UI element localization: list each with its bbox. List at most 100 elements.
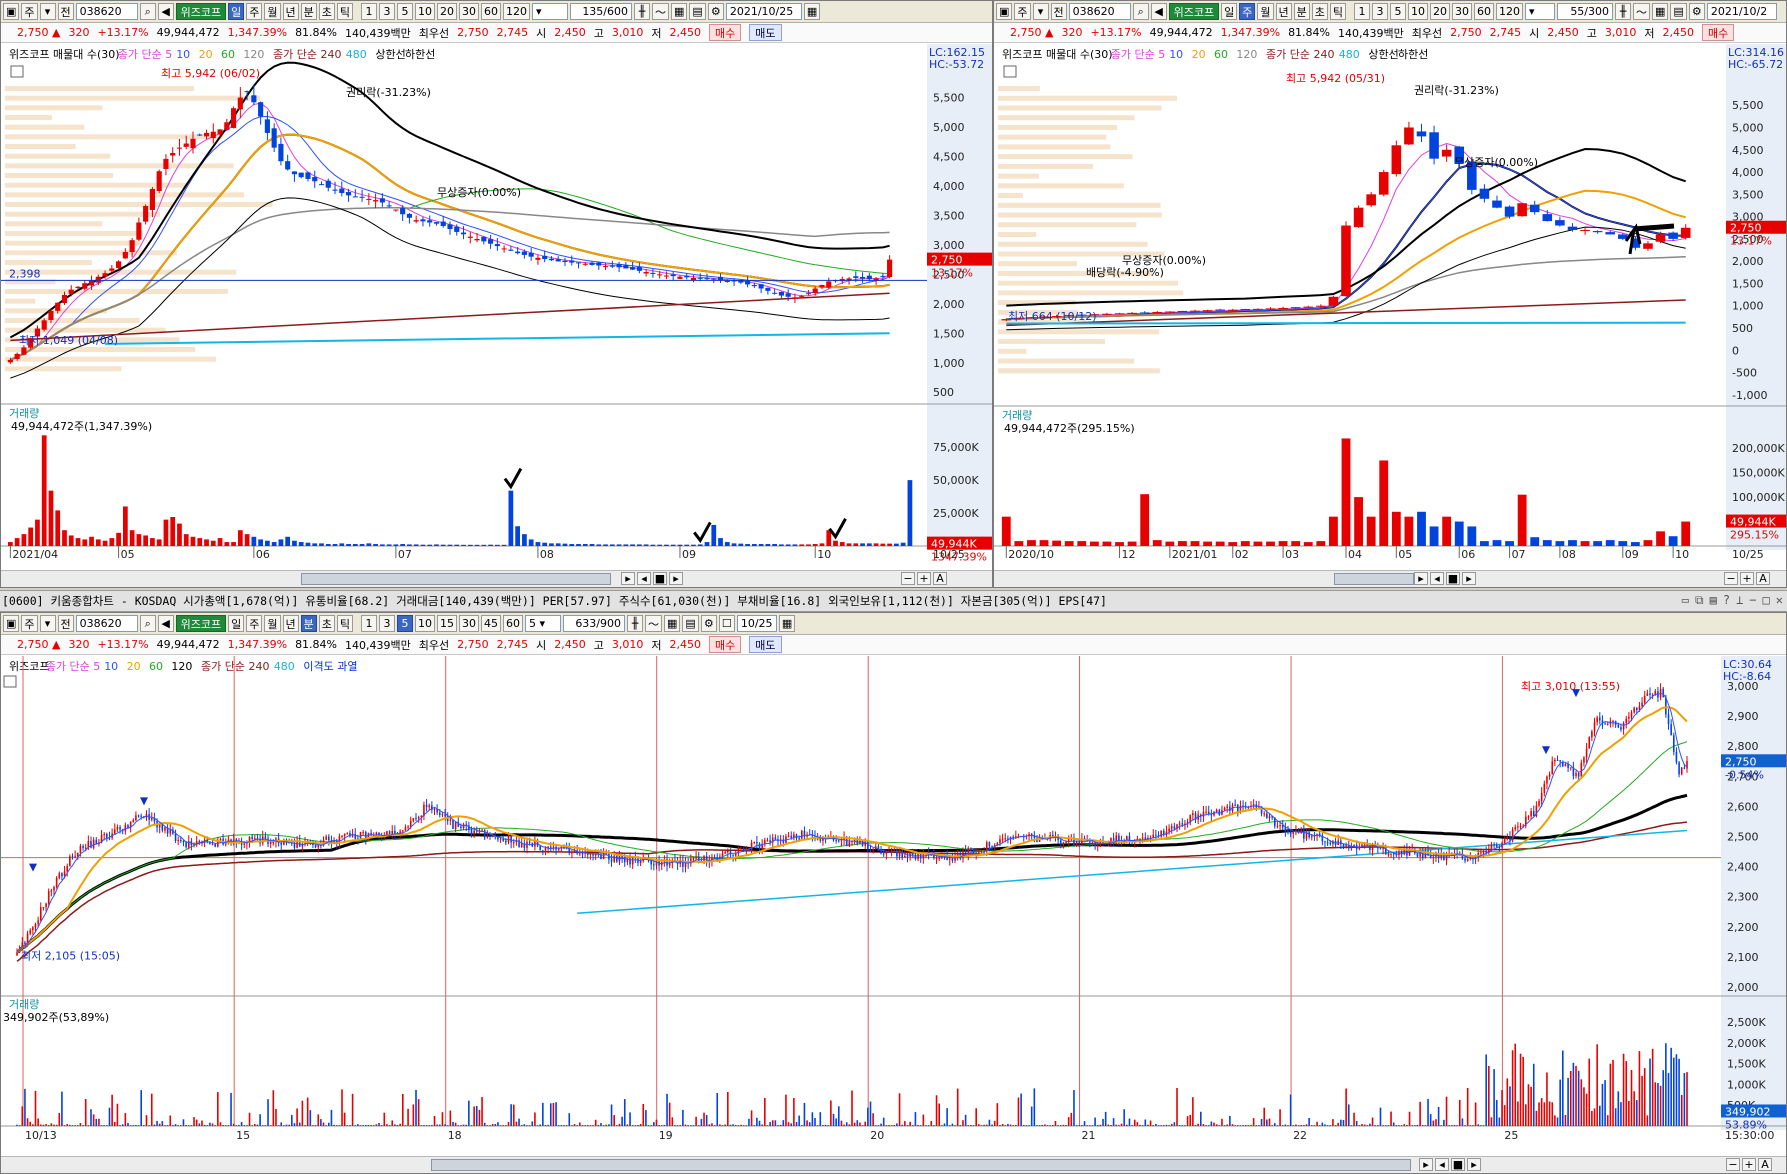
stock-name-badge[interactable]: 위즈코프 — [175, 3, 227, 20]
period-yearly-button[interactable]: 년 — [282, 3, 299, 20]
period-yearly-button[interactable]: 년 — [282, 615, 299, 632]
line-icon[interactable]: 〜 — [645, 615, 663, 632]
date-input[interactable]: 10/25 — [736, 615, 777, 632]
interval-10-button[interactable]: 10 — [415, 615, 436, 632]
stock-name-badge[interactable]: 위즈코프 — [1168, 3, 1220, 20]
minute-scrollbar[interactable]: ▸ ◂ ■ ▸ − + A — [1, 1156, 1786, 1173]
period-tick-button[interactable]: 틱 — [336, 615, 354, 632]
line-icon[interactable]: 〜 — [652, 3, 670, 20]
minute-chart[interactable]: 위즈코프종가 단순 5 10 20 60 120 종가 단순 240 480 이격도 과열 LC… — [1, 656, 1786, 1156]
gear-icon[interactable]: ⚙ — [700, 615, 717, 632]
interval-60-button[interactable]: 60 — [503, 615, 524, 632]
grid-icon[interactable]: ▦ — [1652, 3, 1669, 20]
speaker-icon[interactable]: ◀ — [157, 615, 174, 632]
period-minute-button[interactable]: 분 — [300, 3, 317, 20]
stop-icon[interactable]: ■ — [1451, 1158, 1465, 1171]
speaker-icon[interactable]: ◀ — [157, 3, 174, 20]
period-second-button[interactable]: 초 — [318, 3, 335, 20]
scroll-thumb[interactable] — [301, 573, 611, 585]
save-icon[interactable]: ▤ — [682, 615, 699, 632]
grid-icon[interactable]: ▦ — [664, 615, 681, 632]
scroll-thumb[interactable] — [1334, 573, 1414, 585]
interval-30-button[interactable]: 30 — [1452, 3, 1473, 20]
interval-120-button[interactable]: 120 — [1496, 3, 1524, 20]
interval-5-button[interactable]: 5 — [1390, 3, 1407, 20]
sell-button[interactable]: 매도 — [749, 24, 782, 41]
grid-icon[interactable]: ▦ — [671, 3, 688, 20]
date-input[interactable]: 2021/10/2 — [1706, 3, 1777, 20]
search-icon[interactable]: ⌕ — [1132, 3, 1149, 20]
checkbox[interactable]: ☐ — [718, 615, 735, 632]
stock-name-badge[interactable]: 위즈코프 — [175, 615, 227, 632]
gear-icon[interactable]: ⚙ — [1688, 3, 1705, 20]
scroll-start-icon[interactable]: ◂ — [1435, 1158, 1449, 1171]
sell-button[interactable]: 매도 — [749, 636, 782, 653]
interval-30-button[interactable]: 30 — [459, 3, 480, 20]
daily-scrollbar[interactable]: ▸ ◂ ■ ▸ − + A — [1, 570, 992, 587]
market-button[interactable]: 전 — [57, 615, 74, 632]
interval-5-button[interactable]: 5 — [397, 3, 414, 20]
zoom-out-icon[interactable]: − — [1726, 1158, 1740, 1171]
interval-3-button[interactable]: 3 — [379, 3, 396, 20]
buy-button[interactable]: 매수 — [709, 636, 742, 653]
scroll-left-icon[interactable]: ▸ — [1419, 1158, 1433, 1171]
stop-icon[interactable]: ■ — [1446, 572, 1460, 585]
period-yearly-button[interactable]: 년 — [1275, 3, 1292, 20]
interval-10-button[interactable]: 10 — [1408, 3, 1429, 20]
period-tick-button[interactable]: 틱 — [336, 3, 354, 20]
interval-60-button[interactable]: 60 — [1474, 3, 1495, 20]
period-minute-button[interactable]: 분 — [1293, 3, 1310, 20]
interval-select[interactable]: ▾ — [532, 3, 569, 20]
interval-1-button[interactable]: 1 — [361, 615, 378, 632]
scroll-end-icon[interactable]: ▸ — [1462, 572, 1476, 585]
tile-icon[interactable]: ▤ — [1710, 593, 1717, 608]
font-icon[interactable]: A — [1758, 1158, 1772, 1171]
daily-chart[interactable]: 5,5005,0004,5004,0003,5003,0002,5002,000… — [1, 44, 992, 570]
data-count-input[interactable]: 633/900 — [563, 615, 626, 632]
interval-20-button[interactable]: 20 — [437, 3, 458, 20]
interval-1-button[interactable]: 1 — [1354, 3, 1371, 20]
period-daily-button[interactable]: 일 — [228, 3, 245, 20]
scroll-start-icon[interactable]: ◂ — [1430, 572, 1444, 585]
font-icon[interactable]: A — [933, 572, 947, 585]
interval-3-button[interactable]: 3 — [1372, 3, 1389, 20]
minimize-icon[interactable]: − — [1749, 593, 1756, 608]
speaker-icon[interactable]: ◀ — [1150, 3, 1167, 20]
interval-5-button[interactable]: 5 — [397, 615, 414, 632]
period-weekly-button[interactable]: 주 — [1239, 3, 1256, 20]
scroll-left-icon[interactable]: ▸ — [1414, 572, 1428, 585]
date-input[interactable]: 2021/10/25 — [725, 3, 802, 20]
stock-code-input[interactable]: 038620 — [75, 615, 138, 632]
dropdown-icon[interactable]: ▾ — [39, 615, 56, 632]
period-second-button[interactable]: 초 — [318, 615, 335, 632]
gear-icon[interactable]: ⚙ — [707, 3, 724, 20]
save-icon[interactable]: ▤ — [689, 3, 706, 20]
weekly-scrollbar[interactable]: ▸ ◂ ■ ▸ − + A — [994, 570, 1786, 587]
period-daily-button[interactable]: 일 — [228, 615, 245, 632]
stock-code-input[interactable]: 038620 — [75, 3, 138, 20]
zoom-in-icon[interactable]: + — [917, 572, 931, 585]
restore-icon[interactable]: ▭ — [1682, 593, 1689, 608]
save-icon[interactable]: ▤ — [1670, 3, 1687, 20]
interval-3-button[interactable]: 3 — [379, 615, 396, 632]
calendar-icon[interactable]: ▦ — [803, 3, 821, 20]
data-count-input[interactable]: 55/300 — [1557, 3, 1614, 20]
period-tick-button[interactable]: 틱 — [1329, 3, 1347, 20]
period-monthly-button[interactable]: 월 — [1257, 3, 1274, 20]
weekly-chart[interactable]: 5,5005,0004,5004,0003,5003,0002,5002,000… — [994, 44, 1786, 570]
pin-icon[interactable]: ⊥ — [1736, 593, 1743, 608]
interval-1-button[interactable]: 1 — [361, 3, 378, 20]
copy-icon[interactable]: ⧉ — [1695, 593, 1704, 608]
data-count-input[interactable]: 135/600 — [570, 3, 633, 20]
zoom-out-icon[interactable]: − — [1724, 572, 1738, 585]
scroll-start-icon[interactable]: ◂ — [637, 572, 651, 585]
period-monthly-button[interactable]: 월 — [264, 615, 281, 632]
candle-icon[interactable]: ╫ — [634, 3, 651, 20]
stock-type-button[interactable]: 주 — [21, 615, 38, 632]
candle-icon[interactable]: ╫ — [1615, 3, 1632, 20]
period-weekly-button[interactable]: 주 — [246, 615, 263, 632]
interval-30-button[interactable]: 30 — [459, 615, 480, 632]
stock-type-button[interactable]: 주 — [1014, 3, 1031, 20]
interval-10-button[interactable]: 10 — [415, 3, 436, 20]
search-icon[interactable]: ⌕ — [139, 615, 156, 632]
